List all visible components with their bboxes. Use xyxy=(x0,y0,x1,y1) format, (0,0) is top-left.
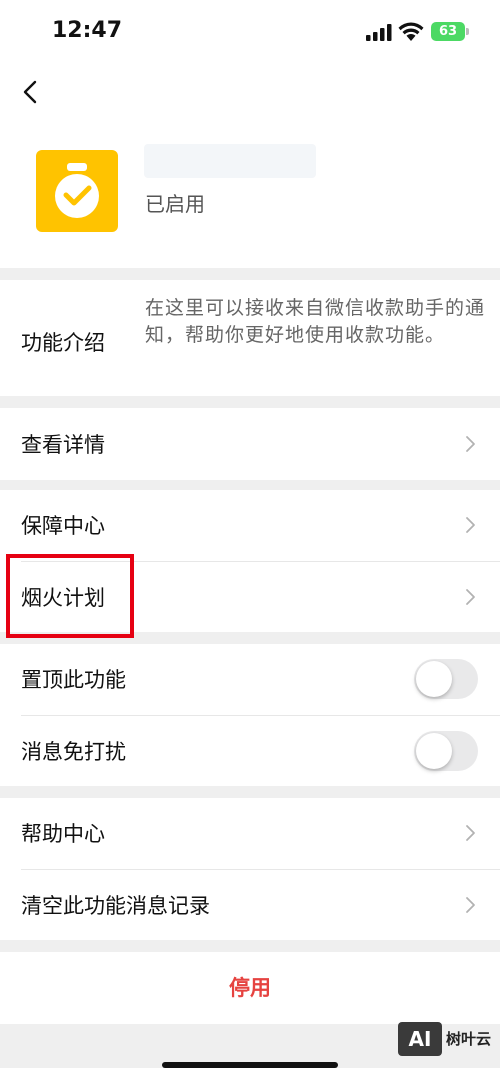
disable-button[interactable]: 停用 xyxy=(0,952,500,1024)
status-time: 12:47 xyxy=(52,18,123,43)
chevron-right-icon xyxy=(466,436,475,452)
status-bar: 12:47 63 xyxy=(0,0,500,66)
back-chevron-icon[interactable] xyxy=(14,72,48,112)
watermark-logo: AI xyxy=(398,1022,442,1056)
toggle-knob xyxy=(416,733,452,769)
app-status-text: 已启用 xyxy=(145,192,205,216)
battery-tip xyxy=(466,28,469,35)
wifi-icon xyxy=(398,22,424,41)
row-pin-feature-label: 置顶此功能 xyxy=(21,668,126,692)
row-help-center[interactable]: 帮助中心 xyxy=(0,798,500,868)
details-card: 查看详情 xyxy=(0,408,500,480)
row-clear-history-label: 清空此功能消息记录 xyxy=(21,894,210,918)
chevron-right-icon xyxy=(466,517,475,533)
row-mute-notifications: 消息免打扰 xyxy=(0,716,500,786)
app-header: 已启用 xyxy=(0,66,500,268)
settings-card: 置顶此功能 消息免打扰 xyxy=(0,644,500,786)
intro-card: 功能介绍 在这里可以接收来自微信收款助手的通知，帮助你更好地使用收款功能。 xyxy=(0,280,500,396)
row-pin-feature: 置顶此功能 xyxy=(0,644,500,714)
watermark: AI 树叶云 xyxy=(398,1020,498,1060)
intro-label: 功能介绍 xyxy=(21,331,105,355)
chevron-right-icon xyxy=(466,825,475,841)
help-card: 帮助中心 清空此功能消息记录 xyxy=(0,798,500,940)
battery-level: 63 xyxy=(438,24,458,39)
intro-description: 在这里可以接收来自微信收款助手的通知，帮助你更好地使用收款功能。 xyxy=(145,297,486,346)
row-clear-history[interactable]: 清空此功能消息记录 xyxy=(0,870,500,940)
toggle-knob xyxy=(416,661,452,697)
mute-toggle[interactable] xyxy=(414,731,478,771)
row-guarantee-center-label: 保障中心 xyxy=(21,514,105,538)
chevron-right-icon xyxy=(466,589,475,605)
pin-toggle[interactable] xyxy=(414,659,478,699)
app-name-redacted xyxy=(144,144,316,178)
battery-icon: 63 xyxy=(431,22,465,41)
annotation-highlight-box xyxy=(6,554,134,638)
cellular-signal-icon xyxy=(366,24,392,41)
row-help-center-label: 帮助中心 xyxy=(21,822,105,846)
row-mute-notifications-label: 消息免打扰 xyxy=(21,740,126,764)
chevron-right-icon xyxy=(466,897,475,913)
row-view-details[interactable]: 查看详情 xyxy=(0,408,500,480)
watermark-text: 树叶云 xyxy=(446,1030,492,1048)
row-guarantee-center[interactable]: 保障中心 xyxy=(0,490,500,560)
disable-card: 停用 xyxy=(0,952,500,1024)
home-indicator xyxy=(162,1062,338,1068)
money-bag-icon xyxy=(36,150,118,232)
row-view-details-label: 查看详情 xyxy=(21,433,105,457)
